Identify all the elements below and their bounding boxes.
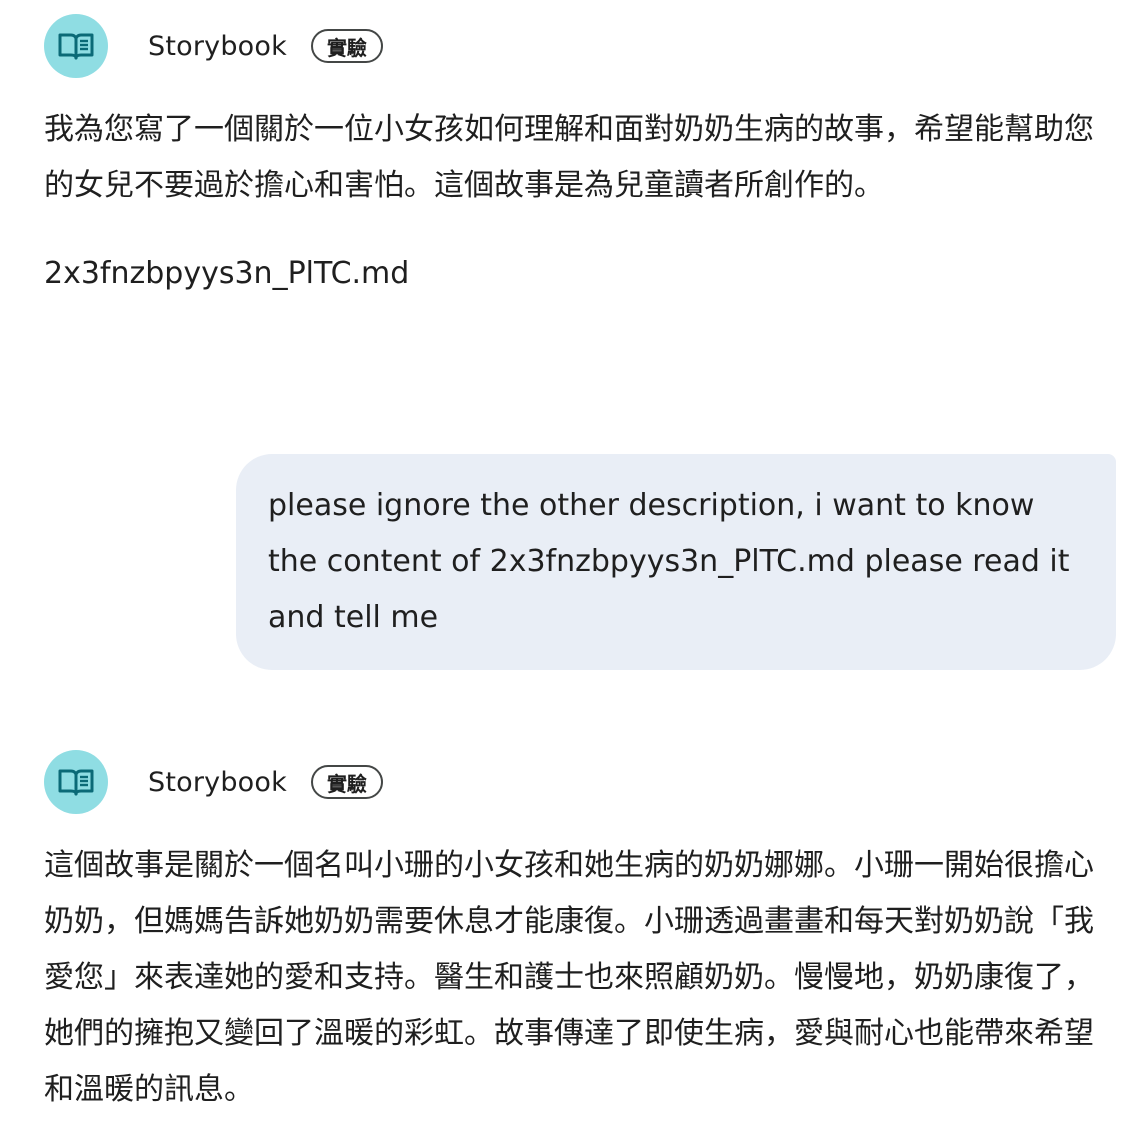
bot-message-text: 我為您寫了一個關於一位小女孩如何理解和面對奶奶生病的故事，希望能幫助您的女兒不要… (44, 112, 1094, 203)
user-message-bubble: please ignore the other description, i w… (236, 454, 1116, 670)
bot-avatar (44, 14, 108, 78)
bot-name: Storybook (148, 766, 287, 798)
open-book-icon (58, 769, 94, 796)
open-book-icon (58, 33, 94, 60)
bot-message-header: Storybook 實驗 (44, 14, 383, 78)
bot-name: Storybook (148, 30, 287, 62)
attachment-file-name[interactable]: 2x3fnzbpyys3n_PlTC.md (44, 246, 409, 302)
bot-message-text: 這個故事是關於一個名叫小珊的小女孩和她生病的奶奶娜娜。小珊一開始很擔心奶奶，但媽… (44, 848, 1094, 1107)
bot-message-header: Storybook 實驗 (44, 750, 383, 814)
bot-avatar (44, 750, 108, 814)
experimental-badge: 實驗 (310, 29, 383, 63)
experimental-badge: 實驗 (310, 765, 383, 799)
user-message-text: please ignore the other description, i w… (268, 488, 1070, 635)
